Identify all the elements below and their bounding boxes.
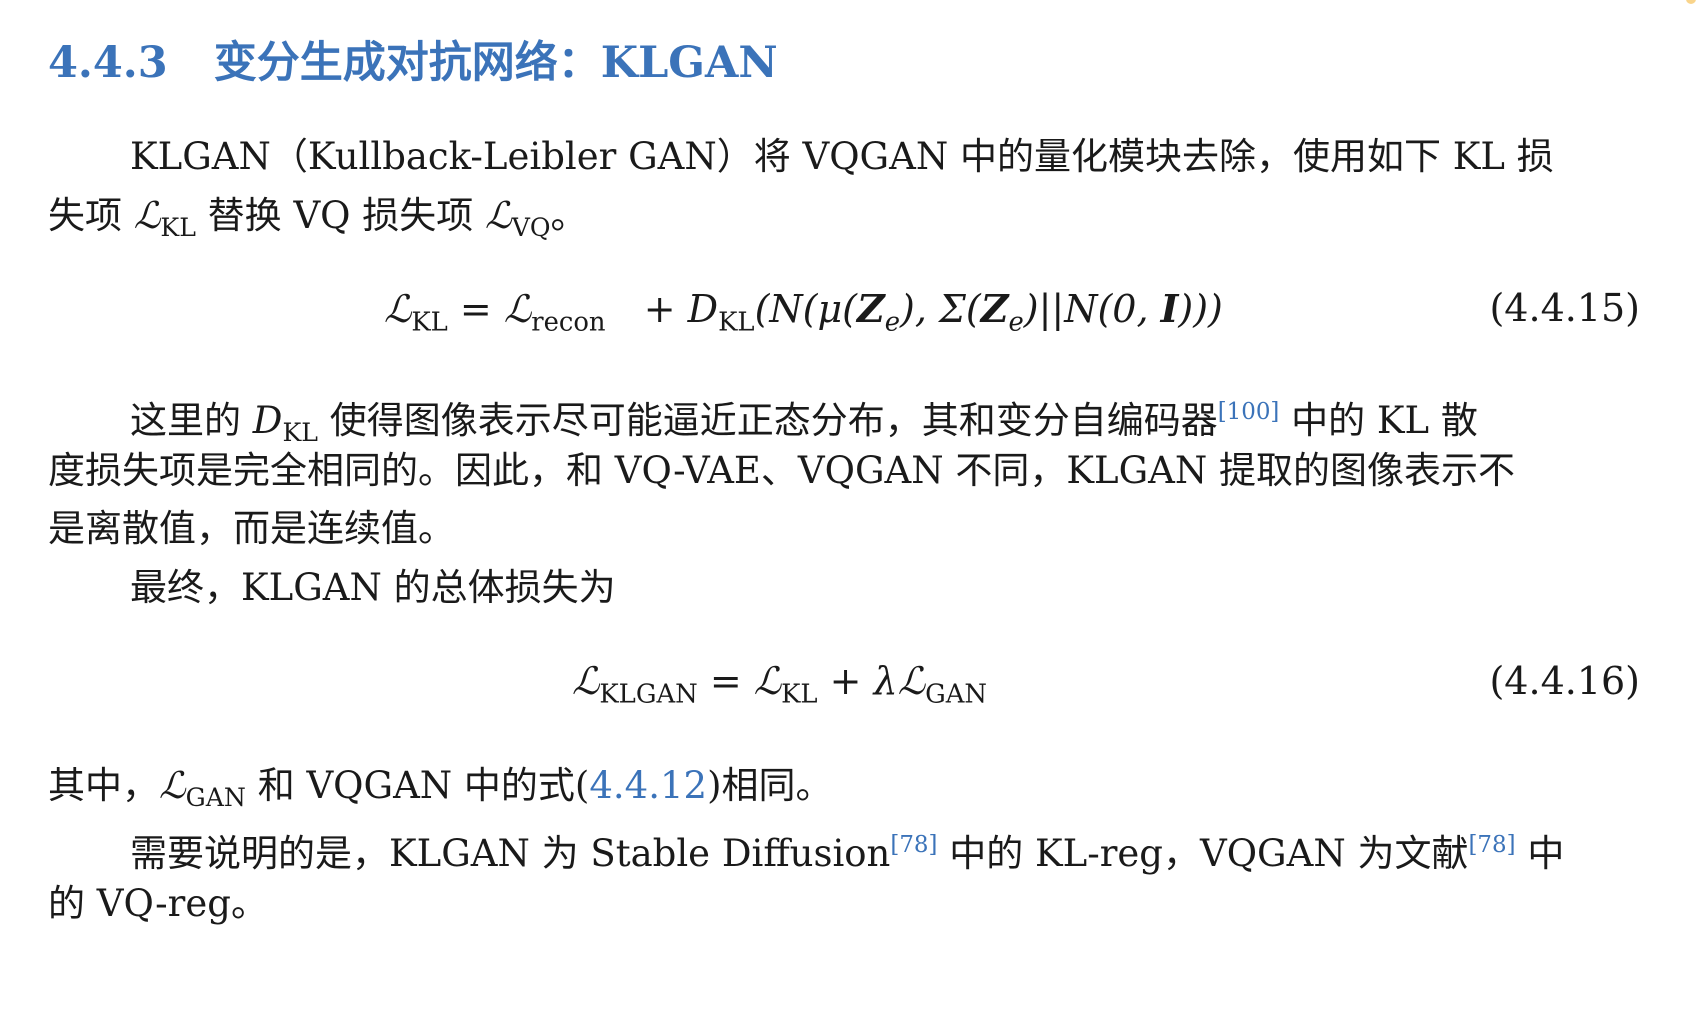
equation-4-4-16: ℒKLGAN = ℒKL + λℒGAN (4.4.16) xyxy=(48,659,1640,723)
loss-vq-symbol: ℒVQ xyxy=(485,194,551,243)
paragraph-3: 最终，KLGAN 的总体损失为 xyxy=(130,566,616,609)
paragraph-1-line-1: KLGAN（Kullback-Leibler GAN）将 VQGAN 中的量化模… xyxy=(130,135,1554,178)
equation-4-4-15: ℒKL = ℒrecon + DKL(N(μ(Ze), Σ(Ze)||N(0, … xyxy=(48,286,1640,350)
citation-78-a[interactable]: [78] xyxy=(890,832,937,858)
equation-4-4-15-body: ℒKL = ℒrecon + DKL(N(μ(Ze), Σ(Ze)||N(0, … xyxy=(384,286,1223,338)
paragraph-2-line-3: 是离散值，而是连续值。 xyxy=(48,507,455,550)
equation-4-4-16-body: ℒKLGAN = ℒKL + λℒGAN xyxy=(572,659,987,710)
loss-kl-symbol: ℒKL xyxy=(133,194,196,243)
corner-decoration xyxy=(1686,0,1696,4)
section-title: 变分生成对抗网络：KLGAN xyxy=(213,38,778,88)
d-kl-symbol: DKL xyxy=(252,398,318,447)
citation-78-b[interactable]: [78] xyxy=(1468,832,1515,858)
section-number: 4.4.3 xyxy=(48,38,168,88)
equation-number-4-4-15: (4.4.15) xyxy=(1489,286,1640,330)
paragraph-5-line-2: 的 VQ-reg。 xyxy=(48,882,268,925)
section-heading: 4.4.3 变分生成对抗网络：KLGAN xyxy=(48,28,778,90)
citation-100[interactable]: [100] xyxy=(1218,399,1280,425)
equation-number-4-4-16: (4.4.16) xyxy=(1489,659,1640,703)
paragraph-2-line-2: 度损失项是完全相同的。因此，和 VQ-VAE、VQGAN 不同，KLGAN 提取… xyxy=(48,449,1516,492)
loss-gan-symbol: ℒGAN xyxy=(159,764,246,813)
paragraph-1-line-2: 失项 ℒKL 替换 VQ 损失项 ℒVQ。 xyxy=(48,194,588,243)
equation-ref-4-4-12[interactable]: 4.4.12 xyxy=(589,764,707,807)
